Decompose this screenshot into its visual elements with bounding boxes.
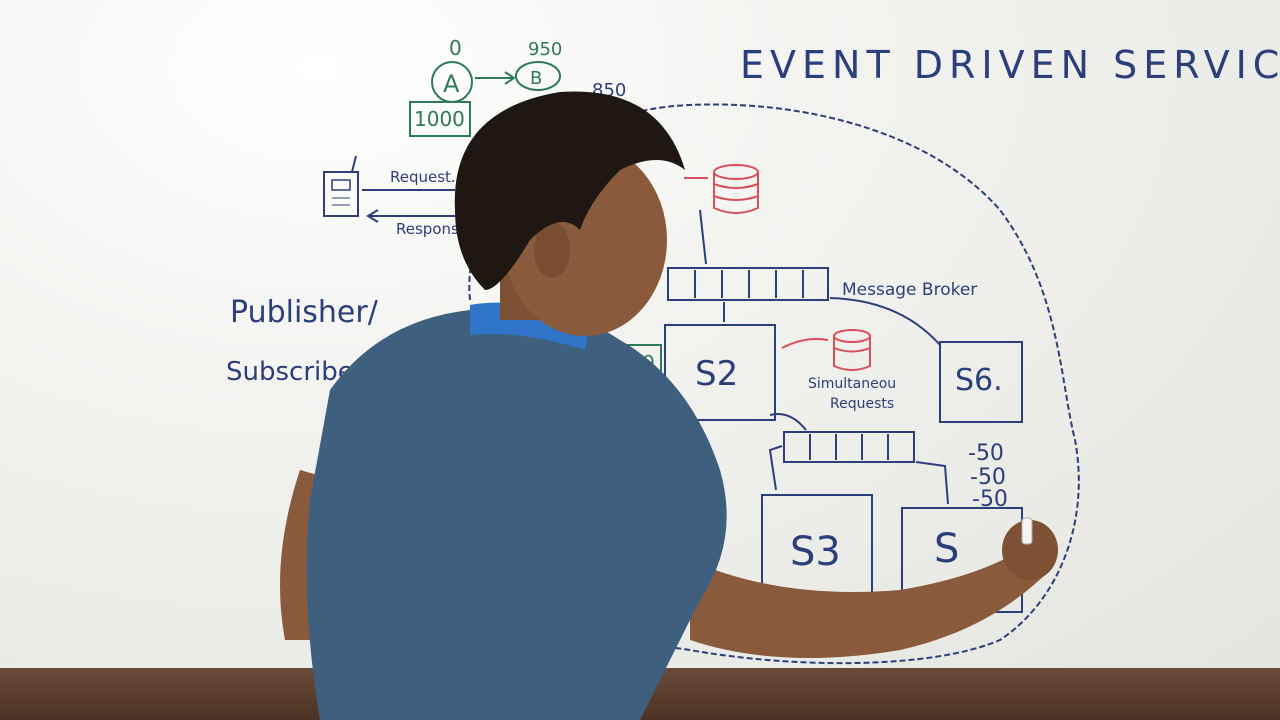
response-label: Respons [396, 220, 459, 238]
presenter-shirt [306, 308, 727, 720]
presenter-arm [690, 540, 1050, 658]
service-s2-label: S2 [695, 354, 738, 394]
request-label: Request. [390, 168, 456, 186]
phone-icon [323, 155, 359, 217]
publisher-label: Publisher/ [230, 295, 379, 330]
whiteboard-scene: EVENT DRIVEN SERVICES 0 A B 950 850 1000… [0, 0, 1280, 720]
service-s3-label: S3 [790, 529, 841, 575]
database-icon [833, 329, 871, 371]
whiteboard-drawing: EVENT DRIVEN SERVICES 0 A B 950 850 1000… [226, 36, 1280, 720]
broker-to-s6-arrow [829, 297, 941, 346]
simultaneous-label: Simultaneou [808, 376, 896, 392]
service-s4-label: S [934, 526, 959, 572]
deduction-3: -50 [972, 487, 1008, 512]
top-value-zero: 0 [449, 36, 462, 60]
balance-1000: 1000 [414, 107, 465, 131]
marker-pen [1021, 517, 1033, 545]
service-a-label: A [443, 70, 460, 98]
service-s6-label: S6. [955, 363, 1003, 398]
event-queue [783, 431, 915, 463]
message-broker-label: Message Broker [842, 280, 977, 300]
deduction-1: -50 [968, 441, 1004, 466]
database-icon [713, 164, 759, 214]
top-value-950: 950 [528, 39, 562, 60]
service-b-label: B [530, 68, 542, 89]
board-title: EVENT DRIVEN SERVICES [740, 43, 1280, 87]
message-broker-queue [667, 267, 829, 301]
requests-label: Requests [830, 396, 894, 412]
